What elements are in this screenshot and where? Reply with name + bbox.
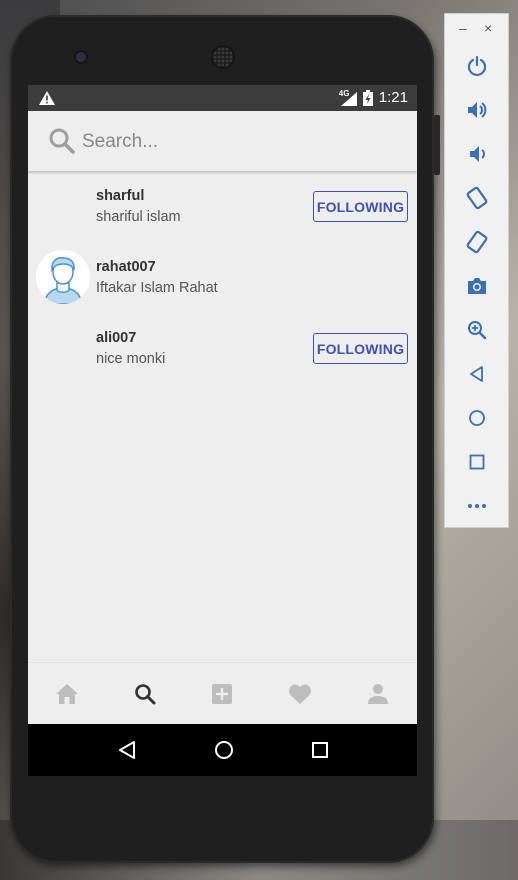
search-input[interactable] [80,127,384,157]
home-icon [55,684,78,704]
search-icon [49,128,75,154]
minimize-button[interactable]: – [459,20,467,36]
battery-charging-icon [362,89,373,106]
volume-up-button[interactable] [445,88,508,132]
emu-overview-button[interactable] [445,440,508,484]
phone-side-button [434,115,440,175]
heart-icon [289,684,312,704]
user-row[interactable]: rahat007 Iftakar Islam Rahat [28,242,417,313]
android-nav-bar [28,724,417,776]
warning-icon [39,91,55,105]
overview-icon [469,454,484,470]
volume-down-button[interactable] [445,132,508,176]
search-icon [134,684,156,705]
earpiece-speaker [213,47,233,67]
following-button[interactable]: FOLLOWING [313,333,408,364]
signal-icon: 4G [339,89,357,106]
volume-down-icon [469,146,485,162]
following-button[interactable]: FOLLOWING [313,191,408,222]
zoom-button[interactable] [445,308,508,352]
full-name: shariful islam [96,209,181,225]
front-camera [76,52,86,62]
search-bar [28,111,417,171]
screenshot-button[interactable] [445,264,508,308]
back-icon[interactable] [117,740,137,760]
tab-add[interactable] [184,663,262,725]
emu-more-button[interactable] [445,484,508,528]
home-circle-icon[interactable] [214,740,234,760]
volume-up-icon [467,102,486,118]
emu-back-button[interactable] [445,352,508,396]
rotate-left-icon [466,186,487,210]
person-icon [368,684,389,704]
app-screen: 4G 1:21 sharful shariful islam FOLLOWING [28,85,417,776]
power-icon [467,55,486,77]
rotate-left-button[interactable] [445,176,508,220]
user-row[interactable]: ali007 nice monki FOLLOWING [28,313,417,384]
avatar [36,250,90,304]
recents-icon[interactable] [311,741,329,759]
full-name: Iftakar Islam Rahat [96,280,218,296]
rotate-right-button[interactable] [445,220,508,264]
bottom-tab-bar [28,662,417,725]
username: rahat007 [96,259,156,275]
back-icon [469,366,483,382]
camera-icon [467,278,486,294]
close-button[interactable]: × [484,20,492,36]
emu-home-button[interactable] [445,396,508,440]
rotate-right-icon [466,230,487,254]
username: ali007 [96,330,137,346]
zoom-icon [467,321,486,340]
full-name: nice monki [96,351,166,367]
tab-search[interactable] [106,663,184,725]
user-row[interactable]: sharful shariful islam FOLLOWING [28,171,417,242]
add-box-icon [212,684,233,704]
tab-home[interactable] [28,663,106,725]
clock: 1:21 [378,89,408,106]
status-bar: 4G 1:21 [28,85,417,111]
user-list: sharful shariful islam FOLLOWING rahat00… [28,171,417,384]
tab-activity[interactable] [261,663,339,725]
tab-profile[interactable] [339,663,417,725]
username: sharful [96,188,145,204]
emulator-toolbar: – × [444,13,509,528]
power-button[interactable] [445,44,508,88]
home-circle-icon [468,410,485,426]
default-avatar-icon [36,250,90,304]
more-icon [467,504,486,508]
